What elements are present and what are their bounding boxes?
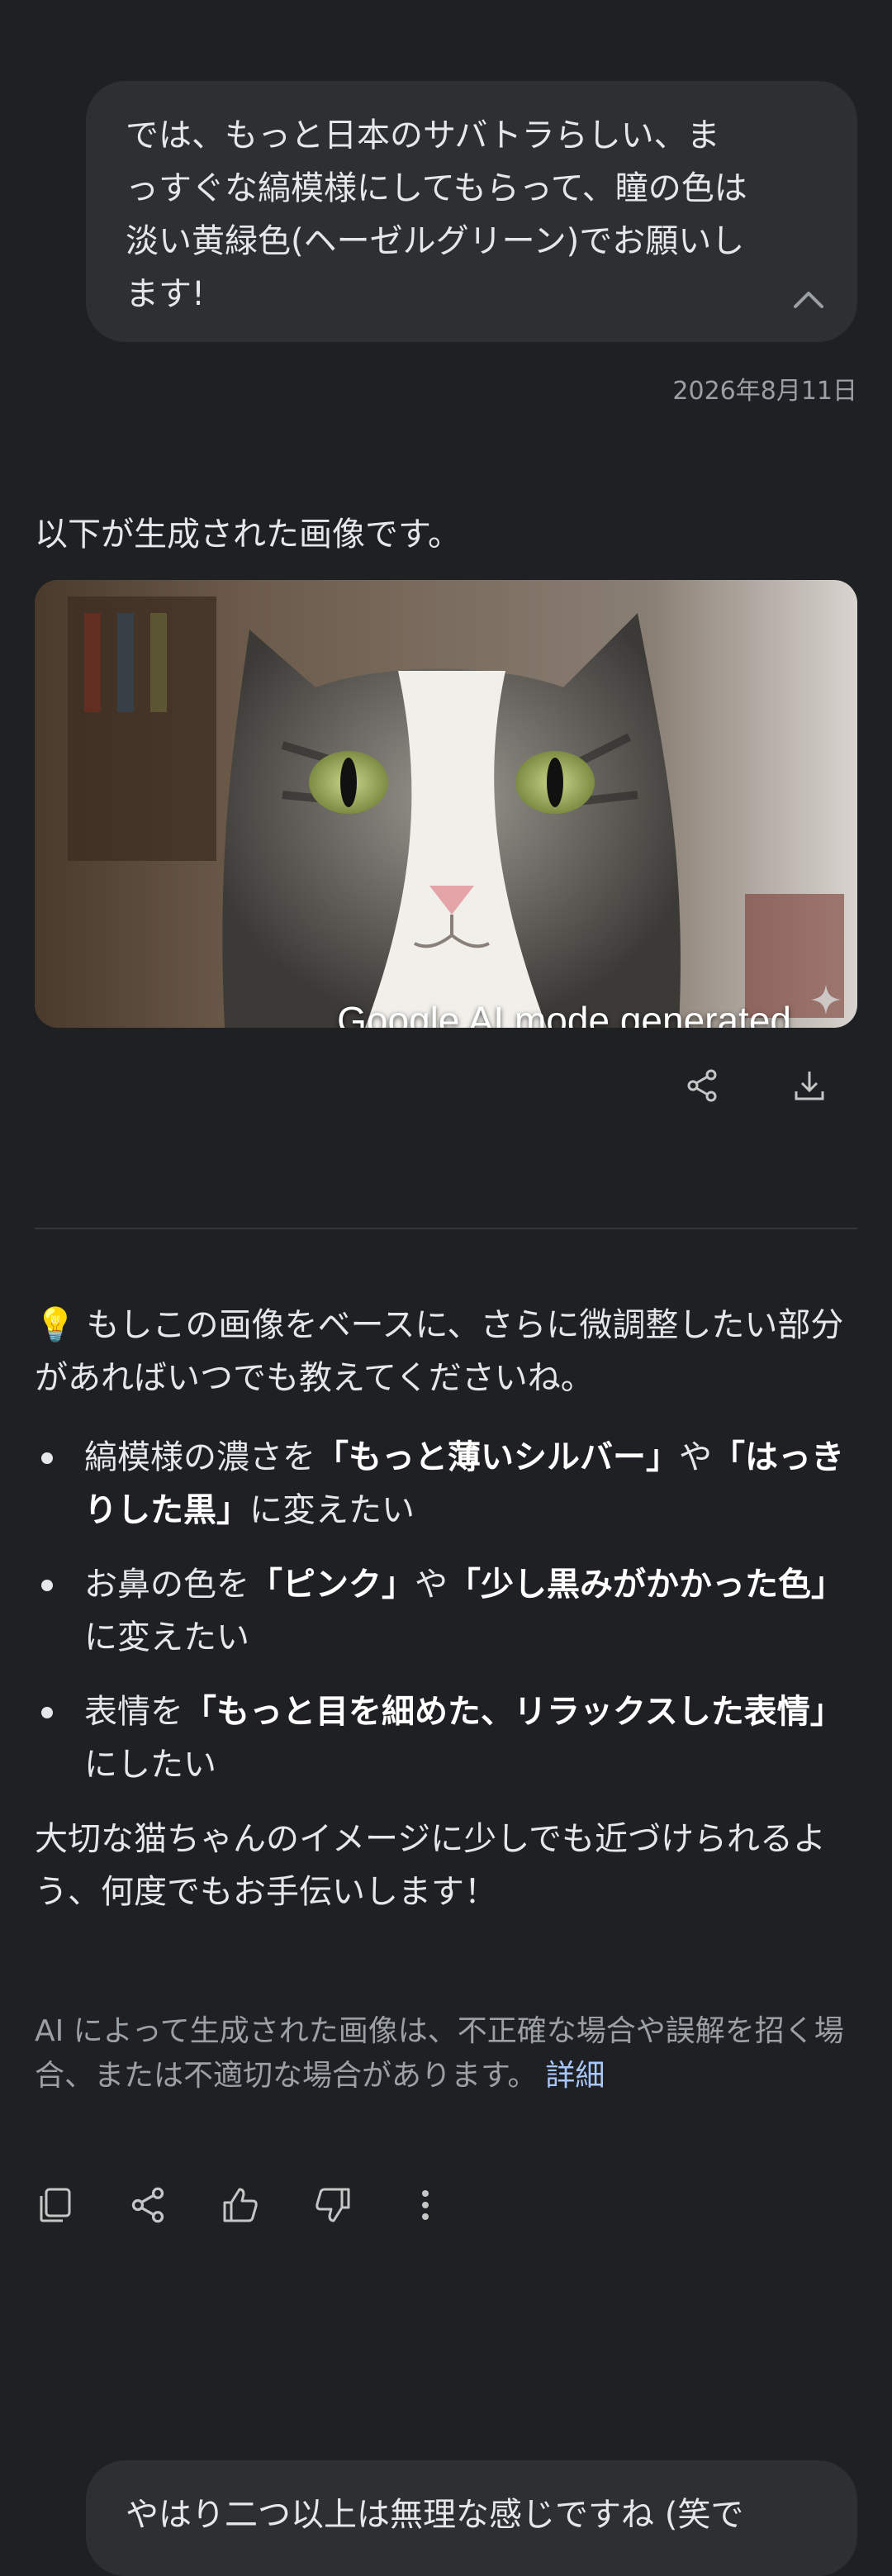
cat-photo — [35, 580, 857, 1028]
list-item: 表情を「もっと目を細めた、リラックスした表情」にしたい — [35, 1685, 857, 1791]
response-intro: 以下が生成された画像です。 — [35, 516, 461, 554]
disclaimer-text: AI によって生成された画像は、不正確な場合や誤解を招く場合、または不適切な場合… — [35, 2014, 844, 2093]
image-actions — [682, 1066, 829, 1105]
copy-button[interactable] — [35, 2184, 76, 2226]
share-response-button[interactable] — [127, 2184, 168, 2226]
closing-paragraph: 大切な猫ちゃんのイメージに少しでも近づけられるよう、何度でもお手伝いします！ — [35, 1820, 826, 1911]
thumbs-up-button[interactable] — [220, 2184, 261, 2226]
generated-image[interactable]: Google AI mode generated — [35, 580, 857, 1028]
ai-disclaimer: AI によって生成された画像は、不正確な場合や誤解を招く場合、または不適切な場合… — [35, 2009, 857, 2098]
user-message-bubble: やはり二つ以上は無理な感じですね (笑で — [86, 2460, 857, 2576]
more-vert-icon — [422, 2190, 429, 2220]
response-actions — [35, 2184, 446, 2226]
chevron-up-icon[interactable] — [793, 289, 824, 309]
message-timestamp: 2026年8月11日 — [672, 377, 857, 406]
share-image-button[interactable] — [682, 1066, 722, 1105]
download-icon — [795, 1072, 824, 1100]
list-item: お鼻の色を「ピンク」や「少し黒みがかかった色」に変えたい — [35, 1558, 857, 1664]
more-options-button[interactable] — [405, 2184, 446, 2226]
details-link[interactable]: 詳細 — [545, 2059, 605, 2093]
thumbs-down-icon — [316, 2188, 350, 2222]
divider — [35, 1228, 857, 1229]
watermark-text: Google AI mode generated — [337, 999, 791, 1028]
list-item: 縞模様の濃さを「もっと薄いシルバー」や「はっきりした黒」に変えたい — [35, 1431, 857, 1537]
lightbulb-icon: 💡 — [35, 1306, 76, 1344]
user-message-bubble: では、もっと日本のサバトラらしい、ま っすぐな縞模様にしてもらって、瞳の色は 淡… — [86, 81, 857, 342]
suggestion-list: 縞模様の濃さを「もっと薄いシルバー」や「はっきりした黒」に変えたい お鼻の色を「… — [35, 1431, 857, 1791]
thumbs-up-icon — [223, 2188, 258, 2222]
copy-icon — [40, 2188, 71, 2222]
tip-paragraph: 💡 もしこの画像をベースに、さらに微調整したい部分があればいつでも教えてください… — [35, 1299, 857, 1404]
share-icon — [131, 2187, 164, 2223]
sparkle-icon — [811, 985, 841, 1015]
thumbs-down-button[interactable] — [312, 2184, 353, 2226]
share-icon — [687, 1069, 717, 1102]
user-message-text: やはり二つ以上は無理な感じですね (笑で — [126, 2496, 744, 2534]
tip-text: もしこの画像をベースに、さらに微調整したい部分があればいつでも教えてくださいね。 — [35, 1306, 844, 1397]
download-image-button[interactable] — [790, 1066, 829, 1105]
response-body: 💡 もしこの画像をベースに、さらに微調整したい部分があればいつでも教えてください… — [35, 1299, 857, 1918]
user-message-text: では、もっと日本のサバトラらしい、ま っすぐな縞模様にしてもらって、瞳の色は 淡… — [126, 116, 747, 313]
